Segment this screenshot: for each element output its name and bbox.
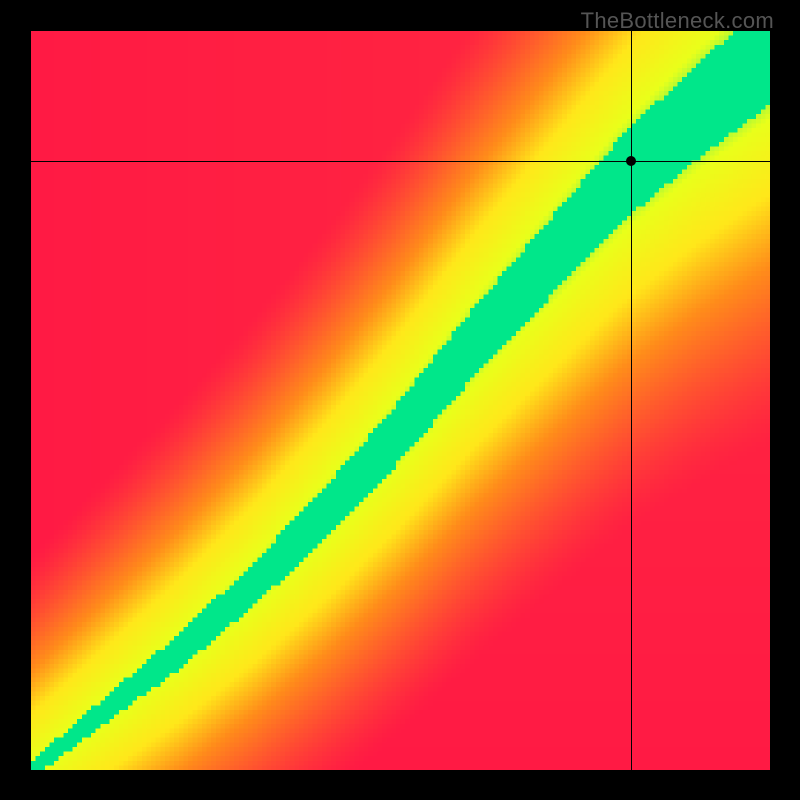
chart-frame: TheBottleneck.com [0,0,800,800]
crosshair-vertical [631,31,632,770]
crosshair-horizontal [0,161,800,162]
selection-marker [626,156,636,166]
watermark-text: TheBottleneck.com [581,8,774,34]
bottleneck-heatmap [31,31,770,770]
